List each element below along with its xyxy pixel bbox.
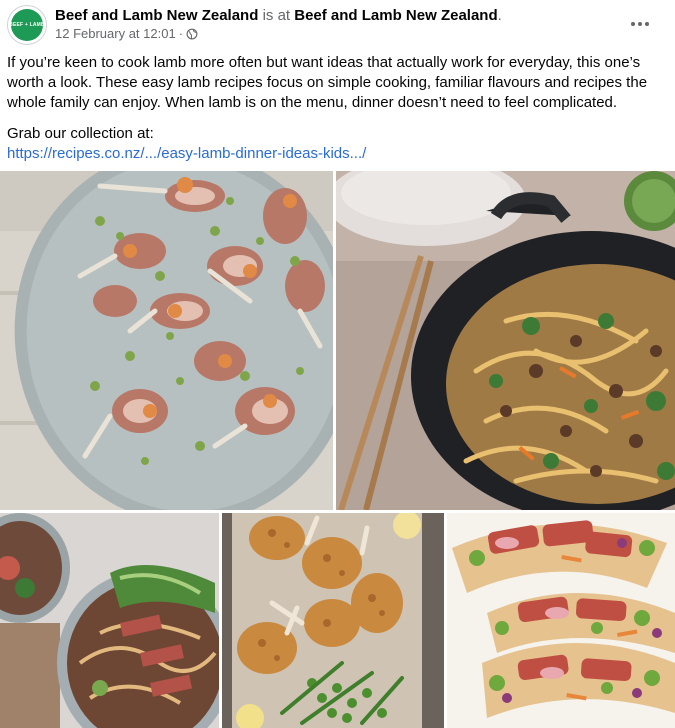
more-options-button[interactable] xyxy=(627,11,653,37)
post-meta: 12 February at 12:01 · xyxy=(55,26,198,41)
brand-logo: BEEF + LAMB xyxy=(9,9,45,41)
location-name[interactable]: Beef and Lamb New Zealand xyxy=(294,7,497,24)
author-name[interactable]: Beef and Lamb New Zealand xyxy=(55,7,258,24)
post-caption: If you’re keen to cook lamb more often b… xyxy=(7,53,662,164)
more-options-icon xyxy=(631,22,649,26)
caption-grab-text: Grab our collection at: xyxy=(7,125,154,142)
location-suffix: . xyxy=(497,7,502,24)
photo-crumbed-lamb-cutlets[interactable] xyxy=(222,513,444,728)
caption-paragraph: If you’re keen to cook lamb more often b… xyxy=(7,54,648,111)
photo-lamb-noodle-bowl[interactable] xyxy=(0,513,219,728)
photo-lamb-noodle-wok[interactable] xyxy=(336,171,675,510)
avatar[interactable]: BEEF + LAMB xyxy=(7,5,47,45)
post-header: BEEF + LAMB Beef and Lamb New Zealand is… xyxy=(0,0,675,52)
globe-icon[interactable] xyxy=(186,28,198,40)
avatar-text: BEEF + LAMB xyxy=(9,22,45,28)
photo-lamb-tacos[interactable] xyxy=(447,513,675,728)
post-timestamp[interactable]: 12 February at 12:01 xyxy=(55,26,176,41)
is-at-text: is at xyxy=(262,7,291,24)
post-title: Beef and Lamb New Zealand is at Beef and… xyxy=(55,6,502,25)
photo-grid xyxy=(0,171,675,728)
photo-lamb-cutlets-platter[interactable] xyxy=(0,171,333,510)
recipe-link[interactable]: https://recipes.co.nz/.../easy-lamb-dinn… xyxy=(7,145,366,162)
meta-separator: · xyxy=(178,26,184,41)
